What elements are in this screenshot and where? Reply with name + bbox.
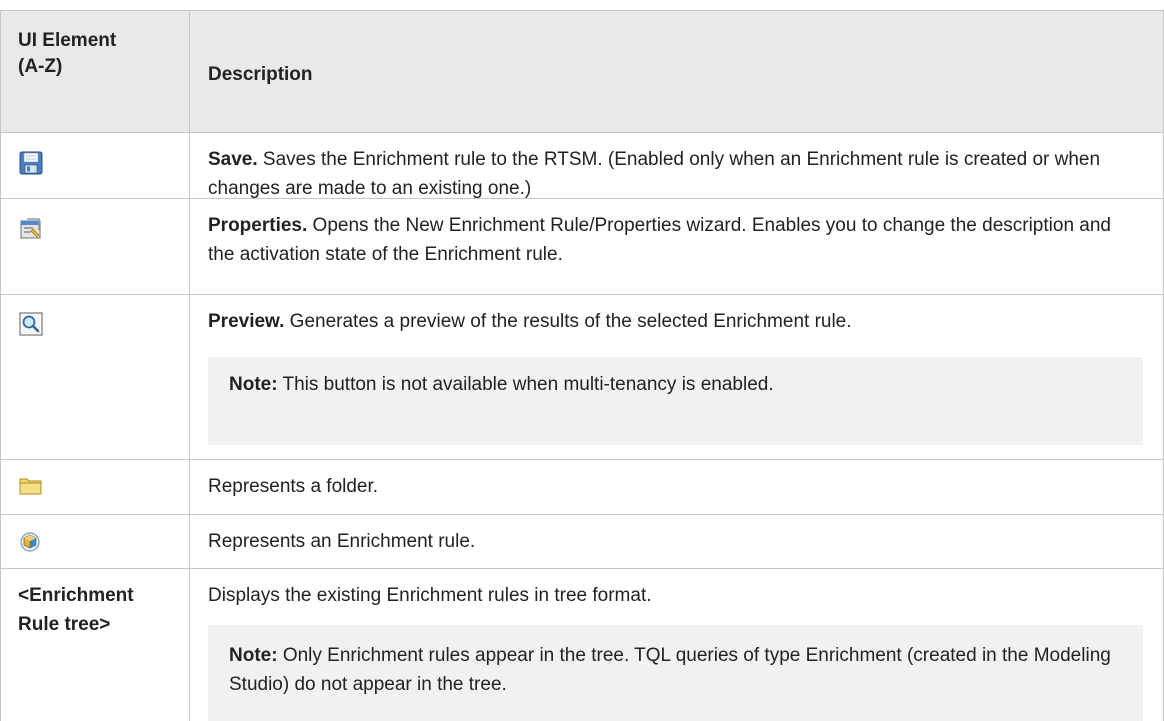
properties-icon <box>19 216 43 245</box>
row-description: Displays the existing Enrichment rules i… <box>208 585 652 606</box>
note-label: Note: <box>229 645 278 666</box>
row-element-line1: <Enrichment <box>18 585 134 606</box>
header-ui-element-line1: UI Element <box>18 30 117 51</box>
row-divider <box>0 459 1164 460</box>
table-top-border <box>0 10 1164 11</box>
table-header <box>0 11 1164 132</box>
row-divider <box>0 294 1164 295</box>
note-label: Note: <box>229 374 278 395</box>
header-ui-element-line2: (A-Z) <box>18 56 63 77</box>
row-term: Preview. <box>208 311 285 332</box>
table-left-border <box>0 11 1 721</box>
row-description: Represents an Enrichment rule. <box>208 531 476 552</box>
save-icon <box>19 151 43 180</box>
row-description: Represents a folder. <box>208 476 379 497</box>
note-box: Note: This button is not available when … <box>208 357 1143 445</box>
enrichment-rule-icon <box>19 531 41 558</box>
row-element: <Enrichment Rule tree> <box>18 581 134 639</box>
row-element-line2: Rule tree> <box>18 614 111 635</box>
note-text: Only Enrichment rules appear in the tree… <box>229 645 1111 695</box>
header-ui-element: UI Element (A-Z) <box>18 28 116 80</box>
row-divider <box>0 568 1164 569</box>
note-box: Note: Only Enrichment rules appear in th… <box>208 625 1143 721</box>
row-description: Properties. Opens the New Enrichment Rul… <box>208 211 1138 269</box>
folder-icon <box>19 476 43 501</box>
row-text: Saves the Enrichment rule to the RTSM. (… <box>208 149 1101 199</box>
row-description: Save. Saves the Enrichment rule to the R… <box>208 145 1138 203</box>
note-text: This button is not available when multi-… <box>277 374 774 395</box>
column-divider <box>189 11 190 721</box>
row-divider <box>0 132 1164 133</box>
row-text: Generates a preview of the results of th… <box>284 311 852 332</box>
ui-elements-table: UI Element (A-Z) Description Save. Saves… <box>0 0 1164 721</box>
row-divider <box>0 514 1164 515</box>
row-term: Properties. <box>208 215 308 236</box>
row-term: Save. <box>208 149 258 170</box>
row-text: Opens the New Enrichment Rule/Properties… <box>208 215 1111 265</box>
row-description: Preview. Generates a preview of the resu… <box>208 307 1138 336</box>
header-description: Description <box>208 64 313 85</box>
preview-icon <box>19 312 43 341</box>
